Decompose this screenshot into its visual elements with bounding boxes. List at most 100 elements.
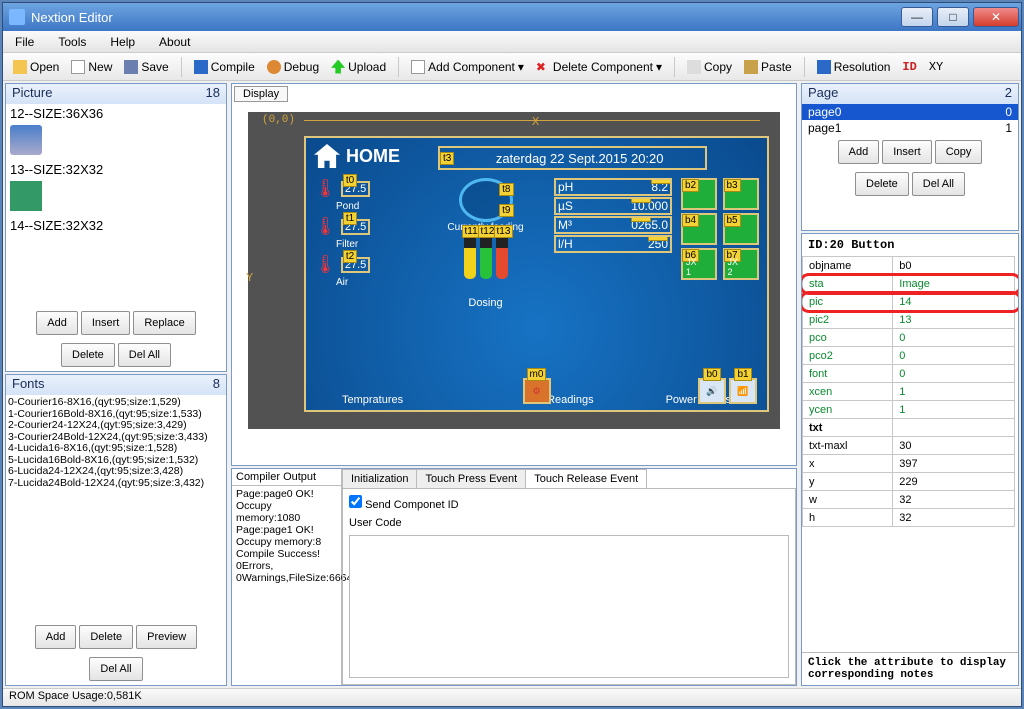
menu-tools[interactable]: Tools bbox=[58, 35, 86, 49]
attribute-table[interactable]: objnameb0staImagepic14pic213pco0pco20fon… bbox=[802, 256, 1018, 527]
thermometer-icon: 🌡 bbox=[314, 216, 337, 237]
power-button[interactable]: b6JX1 bbox=[681, 248, 717, 280]
picture-insert-button[interactable]: Insert bbox=[81, 311, 131, 335]
maximize-button[interactable]: □ bbox=[937, 7, 969, 27]
attr-row[interactable]: h32 bbox=[803, 509, 1018, 527]
attr-row[interactable]: pic213 bbox=[803, 311, 1018, 329]
power-button[interactable]: b7JX2 bbox=[723, 248, 759, 280]
menubar: File Tools Help About bbox=[3, 31, 1021, 53]
picture-list[interactable]: 12--SIZE:36X36 13--SIZE:32X32 14--SIZE:3… bbox=[6, 104, 226, 307]
date-overlay[interactable]: t3 zaterdag 22 Sept.2015 20:20 bbox=[438, 146, 707, 170]
design-canvas[interactable]: (0,0) X Y HOME t3 zaterdag 22 Sept.2015 … bbox=[248, 112, 780, 429]
attr-row[interactable]: pco20 bbox=[803, 347, 1018, 365]
menu-help[interactable]: Help bbox=[110, 35, 135, 49]
user-code-input[interactable] bbox=[349, 535, 789, 678]
minimize-button[interactable]: — bbox=[901, 7, 933, 27]
attr-row[interactable]: w32 bbox=[803, 491, 1018, 509]
power-button[interactable]: b5 bbox=[723, 213, 759, 245]
attr-row[interactable]: pco0 bbox=[803, 329, 1018, 347]
picture-delete-button[interactable]: Delete bbox=[61, 343, 115, 367]
close-button[interactable]: ✕ bbox=[973, 7, 1019, 27]
window-title: Nextion Editor bbox=[31, 10, 113, 25]
gauge[interactable]: 🌡t027.5 bbox=[314, 178, 424, 199]
attr-row[interactable]: ycen1 bbox=[803, 401, 1018, 419]
picture-delall-button[interactable]: Del All bbox=[118, 343, 171, 367]
picture-thumb-icon bbox=[10, 181, 42, 211]
power-button[interactable]: b3 bbox=[723, 178, 759, 210]
delete-component-button[interactable]: ✖Delete Component ▾ bbox=[532, 58, 666, 76]
dosing-bar[interactable]: t13 bbox=[496, 235, 508, 279]
attr-header: ID:20 Button bbox=[802, 234, 1018, 256]
font-delete-button[interactable]: Delete bbox=[79, 625, 133, 649]
reading-row[interactable]: M³t160265.0 bbox=[554, 216, 672, 234]
font-delall-button[interactable]: Del All bbox=[89, 657, 142, 681]
page-insert-button[interactable]: Insert bbox=[882, 140, 932, 164]
debug-button[interactable]: Debug bbox=[263, 58, 323, 76]
power-button[interactable]: b2 bbox=[681, 178, 717, 210]
tab-initialization[interactable]: Initialization bbox=[342, 469, 417, 488]
picture-item[interactable]: 14--SIZE:32X32 bbox=[6, 216, 226, 235]
font-item[interactable]: 0-Courier16-8X16,(qyt:95;size:1,529) bbox=[8, 397, 224, 409]
attr-row[interactable]: txt-maxl30 bbox=[803, 437, 1018, 455]
compile-button[interactable]: Compile bbox=[190, 58, 259, 76]
page-copy-button[interactable]: Copy bbox=[935, 140, 983, 164]
xy-button[interactable]: XY bbox=[925, 58, 947, 76]
b1-button[interactable]: b1📶 bbox=[729, 378, 757, 404]
attr-row[interactable]: pic14 bbox=[803, 293, 1018, 311]
page-delall-button[interactable]: Del All bbox=[912, 172, 965, 196]
tab-touch-release[interactable]: Touch Release Event bbox=[525, 469, 647, 488]
gauge[interactable]: 🌡t227.5 bbox=[314, 254, 424, 275]
tab-touch-press[interactable]: Touch Press Event bbox=[416, 469, 526, 488]
resolution-button[interactable]: Resolution bbox=[813, 58, 895, 76]
attr-row[interactable]: x397 bbox=[803, 455, 1018, 473]
attr-row[interactable]: font0 bbox=[803, 365, 1018, 383]
picture-item[interactable]: 13--SIZE:32X32 bbox=[6, 160, 226, 179]
picture-replace-button[interactable]: Replace bbox=[133, 311, 195, 335]
page-row[interactable]: page00 bbox=[802, 104, 1018, 120]
attr-row[interactable]: txt bbox=[803, 419, 1018, 437]
dosing-bar[interactable]: t12 bbox=[480, 235, 492, 279]
reading-row[interactable]: pHt148.2 bbox=[554, 178, 672, 196]
fonts-panel-title: Fonts bbox=[12, 376, 45, 394]
power-button[interactable]: b4 bbox=[681, 213, 717, 245]
attr-row[interactable]: y229 bbox=[803, 473, 1018, 491]
attr-row[interactable]: xcen1 bbox=[803, 383, 1018, 401]
fish-icon: t8t9 bbox=[459, 178, 513, 222]
reading-row[interactable]: µSt1510.000 bbox=[554, 197, 672, 215]
font-item[interactable]: 7-Lucida24Bold-12X24,(qyt:95;size:3,432) bbox=[8, 478, 224, 490]
page-row[interactable]: page11 bbox=[802, 120, 1018, 136]
display-tab[interactable]: Display bbox=[234, 86, 288, 102]
save-button[interactable]: Save bbox=[120, 58, 172, 76]
new-button[interactable]: New bbox=[67, 58, 116, 76]
picture-count: 18 bbox=[206, 85, 220, 103]
picture-item[interactable]: 12--SIZE:36X36 bbox=[6, 104, 226, 123]
gauge[interactable]: 🌡t127.5 bbox=[314, 216, 424, 237]
open-button[interactable]: Open bbox=[9, 58, 63, 76]
font-preview-button[interactable]: Preview bbox=[136, 625, 197, 649]
page-delete-button[interactable]: Delete bbox=[855, 172, 909, 196]
font-item[interactable]: 2-Courier24-12X24,(qyt:95;size:3,429) bbox=[8, 420, 224, 432]
dosing-bar[interactable]: t11 bbox=[464, 235, 476, 279]
attr-row[interactable]: staImage bbox=[803, 275, 1018, 293]
reading-row[interactable]: l/Ht17250 bbox=[554, 235, 672, 253]
menu-file[interactable]: File bbox=[15, 35, 34, 49]
picture-panel-title: Picture bbox=[12, 85, 52, 103]
menu-about[interactable]: About bbox=[159, 35, 190, 49]
add-component-button[interactable]: Add Component ▾ bbox=[407, 58, 528, 76]
send-id-checkbox[interactable]: Send Componet ID bbox=[349, 495, 789, 511]
hmi-screen[interactable]: HOME t3 zaterdag 22 Sept.2015 20:20 🌡t02… bbox=[304, 136, 769, 412]
b0-button[interactable]: b0🔊 bbox=[698, 378, 726, 404]
fonts-list[interactable]: 0-Courier16-8X16,(qyt:95;size:1,529)1-Co… bbox=[6, 395, 226, 621]
font-add-button[interactable]: Add bbox=[35, 625, 77, 649]
paste-button[interactable]: Paste bbox=[740, 58, 796, 76]
page-add-button[interactable]: Add bbox=[838, 140, 880, 164]
upload-button[interactable]: Upload bbox=[327, 58, 390, 76]
titlebar[interactable]: Nextion Editor — □ ✕ bbox=[3, 3, 1021, 31]
id-button[interactable]: ID bbox=[898, 58, 920, 76]
settings-icon[interactable]: m0⚙ bbox=[523, 378, 551, 404]
attr-row[interactable]: objnameb0 bbox=[803, 257, 1018, 275]
home-icon bbox=[314, 144, 340, 168]
copy-button[interactable]: Copy bbox=[683, 58, 736, 76]
page-list[interactable]: page00page11 bbox=[802, 104, 1018, 136]
picture-add-button[interactable]: Add bbox=[36, 311, 78, 335]
